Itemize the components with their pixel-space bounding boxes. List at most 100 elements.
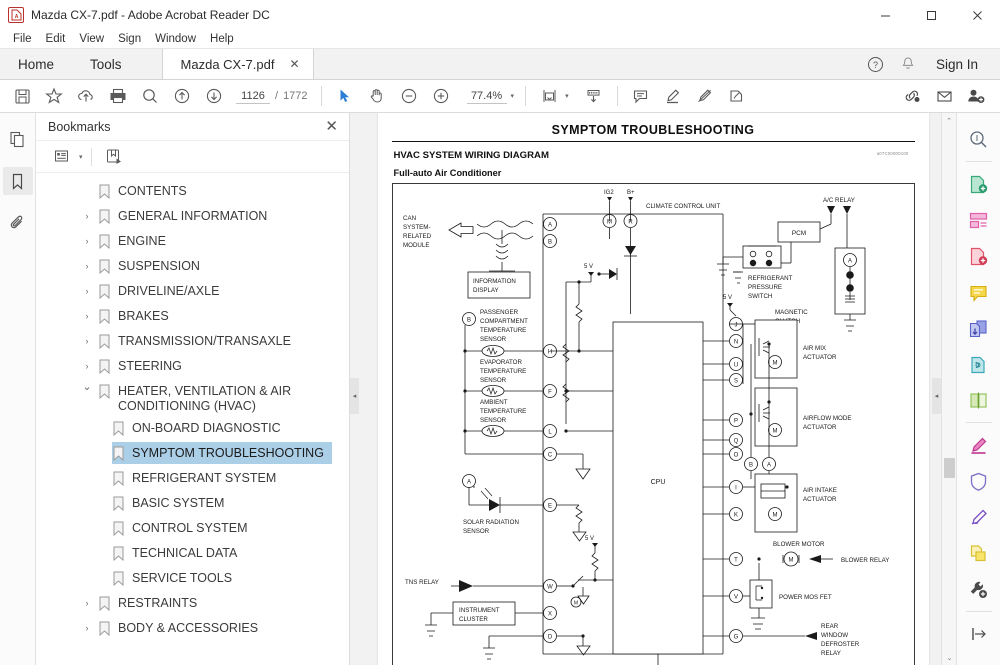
add-person-icon[interactable] [960,83,992,110]
bookmarks-icon[interactable] [2,167,33,195]
expand-chevron-right-icon[interactable]: › [82,623,92,633]
zoom-dropdown-caret-icon[interactable]: ▾ [511,92,515,100]
more-tools-wrench-icon[interactable] [961,571,997,607]
erase-annotation-icon[interactable] [689,83,721,110]
comment-bubble-icon[interactable] [961,274,997,310]
bookmark-item[interactable]: › GENERAL INFORMATION [36,205,349,230]
email-envelope-icon[interactable] [928,83,960,110]
export-pdf-icon[interactable] [961,238,997,274]
print-icon[interactable] [102,83,134,110]
bookmark-item[interactable]: CONTENTS [36,180,349,205]
svg-text:H: H [547,350,551,356]
svg-text:BLOWER MOTOR: BLOWER MOTOR [773,541,825,548]
expand-chevron-right-icon[interactable]: › [82,336,92,346]
protect-shield-icon[interactable] [961,463,997,499]
redact-icon[interactable] [961,427,997,463]
fit-dropdown-caret-icon[interactable]: ▾ [565,92,569,100]
document-tab[interactable]: Mazda CX-7.pdf ✕ [161,49,314,79]
expand-chevron-right-icon[interactable]: › [82,361,92,371]
page-scroll-icon[interactable] [578,83,610,110]
organize-pages-icon[interactable] [961,346,997,382]
close-window-button[interactable] [954,0,1000,30]
bookmark-item[interactable]: › STEERING [36,355,349,380]
new-bookmark-icon[interactable] [100,145,128,169]
menu-window[interactable]: Window [148,30,203,49]
scroll-up-button[interactable]: ⌃ [942,113,956,128]
add-comment-icon[interactable] [625,83,657,110]
zoom-search-icon[interactable] [134,83,166,110]
collapse-panel-icon[interactable] [961,616,997,652]
maximize-button[interactable] [908,0,954,30]
collapse-bookmarks-handle[interactable]: ◂ [350,378,359,414]
menu-edit[interactable]: Edit [39,30,73,49]
expand-chevron-right-icon[interactable]: › [82,598,92,608]
compare-files-icon[interactable] [961,382,997,418]
svg-text:M: M [607,220,612,226]
zoom-level-input[interactable] [466,88,507,104]
combine-files-icon[interactable] [961,310,997,346]
scrollbar-thumb[interactable] [944,458,955,478]
bookmark-item[interactable]: › DRIVELINE/AXLE [36,280,349,305]
bookmark-options-list-icon[interactable] [48,145,76,169]
page-thumbnails-icon[interactable] [3,125,33,153]
menu-view[interactable]: View [72,30,111,49]
bookmark-item[interactable]: › TRANSMISSION/TRANSAXLE [36,330,349,355]
minimize-button[interactable] [862,0,908,30]
bookmark-options-caret-icon[interactable]: ▾ [79,153,83,161]
bookmark-item[interactable]: › BRAKES [36,305,349,330]
expand-chevron-right-icon[interactable]: › [82,286,92,296]
upload-cloud-icon[interactable] [70,83,102,110]
tab-home[interactable]: Home [0,49,72,79]
add-to-favorites-star-icon[interactable] [38,83,70,110]
menu-sign[interactable]: Sign [111,30,148,49]
share-link-icon[interactable] [896,83,928,110]
bookmark-item[interactable]: SERVICE TOOLS [36,567,349,592]
edit-pdf-icon[interactable] [961,202,997,238]
menu-help[interactable]: Help [203,30,241,49]
bookmark-item[interactable]: › RESTRAINTS [36,592,349,617]
fill-and-sign-icon[interactable] [721,83,753,110]
previous-page-up-arrow-icon[interactable] [166,83,198,110]
search-enhanced-icon[interactable] [961,121,997,157]
bookmark-item[interactable]: › BODY & ACCESSORIES [36,617,349,642]
highlight-text-icon[interactable] [657,83,689,110]
collapse-right-pane-handle[interactable]: ◂ [932,378,941,414]
zoom-in-plus-icon[interactable] [425,83,457,110]
close-bookmarks-icon[interactable]: ✕ [322,119,341,134]
bookmark-item[interactable]: TECHNICAL DATA [36,542,349,567]
bookmark-item[interactable]: BASIC SYSTEM [36,492,349,517]
zoom-out-minus-icon[interactable] [393,83,425,110]
cursor-arrow-icon[interactable] [329,83,361,110]
fit-page-icon[interactable] [533,83,565,110]
tab-tools[interactable]: Tools [72,49,140,79]
stamp-icon[interactable] [961,535,997,571]
bookmark-item[interactable]: › SUSPENSION [36,255,349,280]
scroll-down-button[interactable]: ⌄ [942,650,956,665]
sign-in-button[interactable]: Sign In [924,57,990,72]
expand-chevron-right-icon[interactable]: › [82,311,92,321]
expand-chevron-right-icon[interactable]: › [82,211,92,221]
fill-sign-pen-icon[interactable] [961,499,997,535]
help-circle-icon[interactable]: ? [860,49,892,80]
bookmark-item[interactable]: ON-BOARD DIAGNOSTIC [36,417,349,442]
tab-strip-right-group: ? Sign In [860,49,1000,79]
expand-chevron-right-icon[interactable]: › [82,261,92,271]
bookmark-item[interactable]: › ENGINE [36,230,349,255]
notification-bell-icon[interactable] [892,49,924,80]
next-page-down-arrow-icon[interactable] [198,83,230,110]
bookmark-item-label: TECHNICAL DATA [132,546,238,560]
page-number-input[interactable] [236,88,270,104]
attachments-paperclip-icon[interactable] [3,209,33,237]
save-file-icon[interactable] [6,83,38,110]
create-pdf-icon[interactable] [961,166,997,202]
document-vertical-scrollbar[interactable]: ⌃ ⌄ [941,113,956,665]
hand-pan-icon[interactable] [361,83,393,110]
bookmark-item[interactable]: SYMPTOM TROUBLESHOOTING [36,442,349,467]
expand-chevron-right-icon[interactable]: › [82,236,92,246]
close-document-tab-icon[interactable]: ✕ [286,57,302,71]
collapse-chevron-down-icon[interactable]: ⌄ [82,382,92,393]
bookmark-item[interactable]: CONTROL SYSTEM [36,517,349,542]
menu-file[interactable]: File [6,30,39,49]
bookmark-item[interactable]: REFRIGERANT SYSTEM [36,467,349,492]
bookmark-item[interactable]: ⌄ HEATER, VENTILATION & AIR CONDITIONING … [36,380,349,417]
